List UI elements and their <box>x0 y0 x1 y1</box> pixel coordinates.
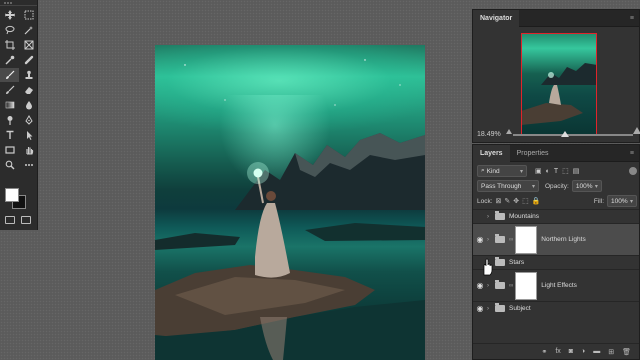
chevron-down-icon: ▾ <box>594 183 598 190</box>
chevron-right-icon[interactable]: › <box>487 283 495 289</box>
crop-tool-icon[interactable] <box>0 38 19 52</box>
healing-brush-tool-icon[interactable] <box>19 53 38 67</box>
magic-wand-tool-icon[interactable] <box>19 23 38 37</box>
tools-panel <box>0 0 38 230</box>
lasso-tool-icon[interactable] <box>0 23 19 37</box>
link-icon[interactable]: ∞ <box>509 283 513 289</box>
zoom-slider[interactable] <box>513 131 633 137</box>
photoshop-workspace: Navigator ≡ 18.49% Layers Properties ≡ ⌕ <box>0 0 640 360</box>
new-group-icon[interactable]: ▬ <box>593 348 600 355</box>
rectangle-tool-icon[interactable] <box>0 143 19 157</box>
frame-tool-icon[interactable] <box>19 38 38 52</box>
chevron-right-icon[interactable]: › <box>487 306 495 312</box>
lock-icons[interactable]: ⊠✎✥⬚🔒 <box>496 197 544 205</box>
eye-icon[interactable]: ◉ <box>473 235 487 244</box>
chevron-right-icon[interactable]: › <box>487 237 495 243</box>
document-canvas[interactable] <box>155 45 425 360</box>
tab-navigator[interactable]: Navigator <box>473 9 520 27</box>
layer-filter-select[interactable]: ⌕ Kind ▾ <box>477 165 527 177</box>
layer-row-stars[interactable]: › Stars <box>473 255 639 269</box>
zoom-slider-handle[interactable] <box>561 131 569 137</box>
eye-icon[interactable]: ◉ <box>473 304 487 313</box>
layer-style-icon[interactable]: fx <box>555 348 560 355</box>
move-tool-icon[interactable] <box>0 8 19 22</box>
fill-value: 100% <box>611 197 628 205</box>
zoom-level[interactable]: 18.49% <box>477 131 501 138</box>
layer-row-subject[interactable]: ◉ › Subject <box>473 301 639 315</box>
fill-label: Fill: <box>593 197 604 205</box>
foreground-color-swatch[interactable] <box>5 188 19 202</box>
zoom-out-icon[interactable] <box>506 129 512 134</box>
panel-menu-icon[interactable]: ≡ <box>630 150 634 157</box>
path-selection-tool-icon[interactable] <box>19 128 38 142</box>
folder-icon <box>495 280 505 289</box>
layer-row-mountains[interactable]: › Mountains <box>473 209 639 223</box>
link-icon[interactable]: ∞ <box>509 237 513 243</box>
eraser-tool-icon[interactable] <box>19 83 38 97</box>
add-mask-icon[interactable]: ◙ <box>569 348 573 355</box>
fill-field[interactable]: 100% ▾ <box>607 195 637 207</box>
type-tool-icon[interactable] <box>0 128 19 142</box>
hand-cursor-icon <box>483 258 493 276</box>
brush-tool-icon[interactable] <box>0 68 19 82</box>
quick-mask-icon[interactable] <box>5 216 15 224</box>
chevron-down-icon: ▾ <box>519 168 523 175</box>
eye-icon[interactable]: ◉ <box>473 281 487 290</box>
zoom-in-icon[interactable] <box>633 127 640 134</box>
opacity-label: Opacity: <box>545 182 569 190</box>
adjustment-layer-icon[interactable]: ◑ <box>581 348 585 355</box>
history-brush-tool-icon[interactable] <box>0 83 19 97</box>
pen-tool-icon[interactable] <box>19 113 38 127</box>
artboard-tool-icon[interactable] <box>19 8 38 22</box>
navigator-view-box[interactable] <box>521 33 597 135</box>
gradient-tool-icon[interactable] <box>0 98 19 112</box>
layer-name: Light Effects <box>541 282 577 289</box>
tab-layers[interactable]: Layers <box>473 144 510 162</box>
folder-icon <box>495 211 505 220</box>
zoom-tool-icon[interactable] <box>0 158 19 172</box>
chevron-down-icon: ▾ <box>531 183 535 190</box>
folder-icon <box>495 257 505 266</box>
hand-tool-icon[interactable] <box>19 143 38 157</box>
folder-icon <box>495 303 505 312</box>
layers-footer: ⚭ fx ◙ ◑ ▬ ⊞ 🗑 <box>473 343 639 359</box>
canvas-scene <box>155 59 425 360</box>
filter-toggle-icon[interactable] <box>629 167 637 175</box>
blend-mode-select[interactable]: Pass Through ▾ <box>477 180 539 192</box>
layer-mask-thumbnail[interactable] <box>515 271 538 300</box>
layer-row-northern-lights[interactable]: ◉ › ∞ Northern Lights <box>473 223 639 255</box>
layer-name: Subject <box>509 305 531 312</box>
eyedropper-tool-icon[interactable] <box>0 53 19 67</box>
layer-name: Northern Lights <box>541 236 586 243</box>
opacity-field[interactable]: 100% ▾ <box>571 180 602 192</box>
navigator-panel: Navigator ≡ 18.49% <box>472 9 640 143</box>
link-layers-icon[interactable]: ⚭ <box>541 348 547 356</box>
opacity-value: 100% <box>575 182 593 190</box>
lock-label: Lock: <box>477 197 493 205</box>
clone-stamp-tool-icon[interactable] <box>19 68 38 82</box>
dodge-tool-icon[interactable] <box>0 113 19 127</box>
more-tools-icon[interactable] <box>19 158 38 172</box>
chevron-right-icon[interactable]: › <box>487 214 495 220</box>
blend-mode-value: Pass Through <box>481 182 522 190</box>
delete-layer-icon[interactable]: 🗑 <box>622 348 631 356</box>
color-swatches <box>5 186 33 212</box>
layer-name: Mountains <box>509 213 539 220</box>
layer-row-light-effects[interactable]: ◉ › ∞ Light Effects <box>473 269 639 301</box>
blur-tool-icon[interactable] <box>19 98 38 112</box>
new-layer-icon[interactable]: ⊞ <box>608 348 614 356</box>
search-icon: ⌕ <box>481 167 485 174</box>
tab-properties[interactable]: Properties <box>510 145 556 162</box>
panel-menu-icon[interactable]: ≡ <box>630 15 634 22</box>
folder-icon <box>495 234 505 243</box>
screen-mode-icon[interactable] <box>21 216 31 224</box>
layer-mask-thumbnail[interactable] <box>515 225 538 254</box>
filter-label: Kind <box>486 167 500 175</box>
layer-name: Stars <box>509 259 525 266</box>
navigator-thumbnail[interactable] <box>521 33 597 135</box>
filter-icons[interactable]: ▣◐T⬚▤ <box>535 167 583 175</box>
chevron-down-icon: ▾ <box>629 198 633 205</box>
layers-panel: Layers Properties ≡ ⌕ Kind ▾ ▣◐T⬚▤ Pass … <box>472 144 640 360</box>
